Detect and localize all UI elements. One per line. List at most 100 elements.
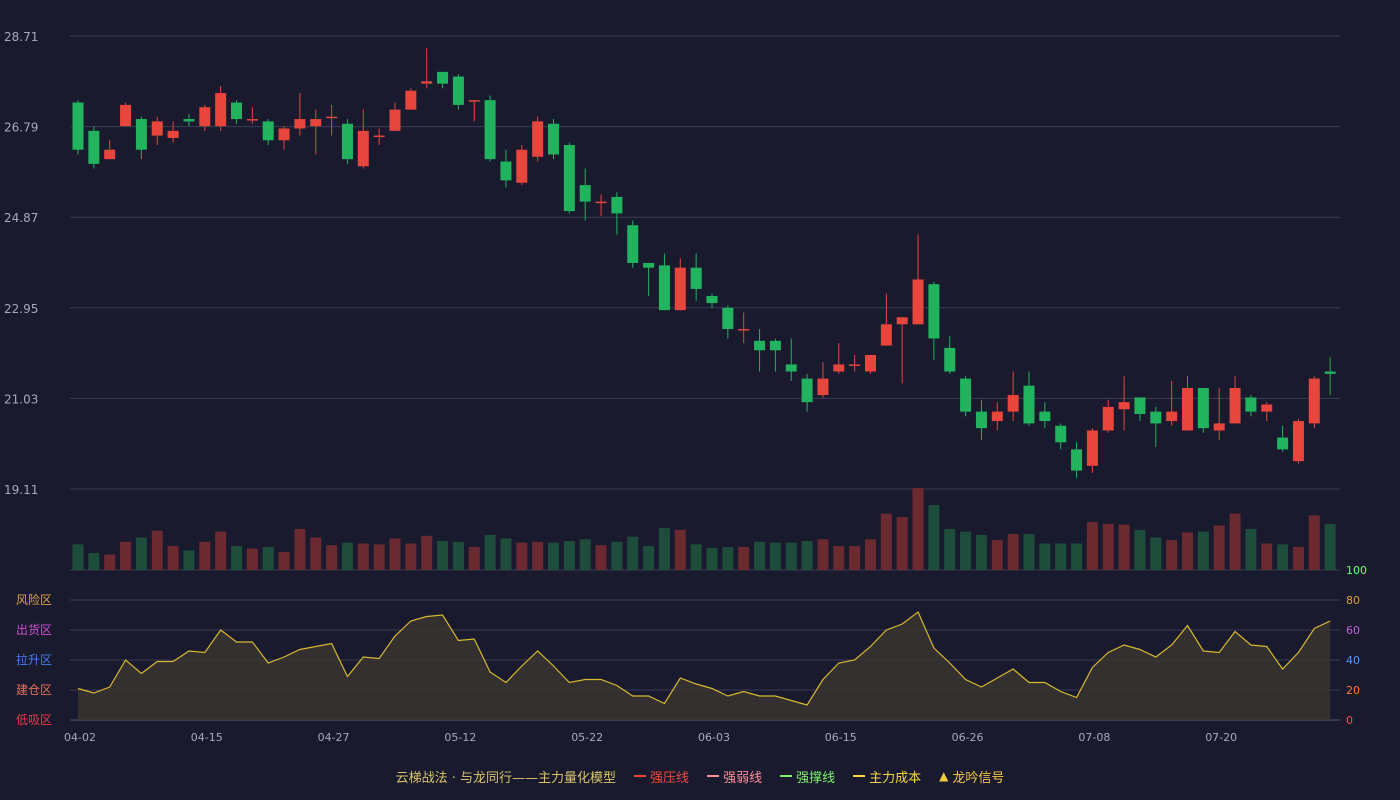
candle-body [231, 102, 242, 120]
candle-body [1229, 388, 1241, 424]
candle-body [1039, 411, 1051, 422]
volume-bar [754, 541, 766, 570]
candle-body [1292, 421, 1304, 462]
candle-body [88, 130, 100, 164]
volume-bar [785, 542, 797, 570]
volume-bar [1213, 525, 1225, 570]
volume-bar [674, 529, 686, 570]
candle-body [738, 329, 750, 331]
zone-label: 低吸区 [16, 713, 52, 727]
volume-bar [1197, 531, 1209, 570]
legend-item-strength-line[interactable]: 强弱线 [707, 767, 762, 786]
price-tick-label: 26.79 [4, 121, 38, 135]
oscillator-tick-label: 100 [1346, 564, 1367, 577]
date-axis: 04-02 04-15 04-27 05-12 05-22 06-03 06-15 06-26… [64, 731, 1237, 744]
candle-body [658, 265, 670, 311]
volume-bar [769, 542, 781, 570]
volume-bar [389, 538, 401, 570]
legend-item-main-cost[interactable]: 主力成本 [853, 767, 921, 786]
legend-item-strong-support[interactable]: 强撑线 [780, 767, 835, 786]
candle-body [421, 81, 433, 84]
oscillator-series [77, 611, 1331, 720]
volume-bar [658, 528, 670, 570]
candle-body [246, 119, 258, 121]
volume-bar [1150, 537, 1162, 570]
candle-body [1055, 425, 1067, 443]
candle-body [1308, 378, 1320, 424]
candle-body [880, 324, 892, 346]
zone-label: 拉升区 [16, 652, 52, 667]
volume-bar [611, 541, 623, 570]
date-tick-label: 06-15 [825, 731, 857, 744]
volume-bar [738, 546, 750, 570]
volume-bar [357, 543, 369, 570]
volume-bar [849, 546, 861, 570]
candle-body [500, 161, 512, 181]
dashed-line-swatch-icon [707, 775, 720, 777]
candle-body [357, 130, 369, 167]
volume-bar [1023, 534, 1035, 570]
chart-stage: 28.71 26.79 24.87 22.95 21.03 19.11 0 20 40 60 80… [0, 0, 1400, 800]
candle-body [468, 100, 480, 102]
chart-legend: 云梯战法 · 与龙同行——主力量化模型 强压线 强弱线 强撑线 主力成本 ▲ 龙… [0, 764, 1400, 788]
candle-body [674, 267, 686, 311]
volume-bar [405, 543, 417, 570]
volume-bar [706, 547, 718, 570]
candle-body [1023, 385, 1035, 424]
volume-bar [468, 546, 480, 570]
candle-series [72, 48, 1336, 478]
volume-bar [532, 541, 544, 570]
volume-bar [817, 539, 829, 570]
date-tick-label: 06-26 [952, 731, 984, 744]
line-swatch-icon [634, 775, 647, 777]
legend-item-strong-pressure[interactable]: 强压线 [634, 767, 689, 786]
volume-bar [484, 534, 496, 570]
oscillator-tick-label: 40 [1346, 654, 1360, 667]
legend-item-dragon-signal[interactable]: ▲ 龙吟信号 [939, 767, 1004, 786]
volume-bar [1134, 529, 1146, 570]
candle-body [294, 119, 306, 129]
volume-bar [912, 488, 924, 570]
legend-title-text: 云梯战法 · 与龙同行——主力量化模型 [395, 770, 617, 786]
zone-label: 出货区 [16, 622, 52, 637]
candle-body [801, 378, 813, 403]
volume-bar [516, 542, 528, 570]
candle-body [833, 364, 845, 372]
candle-body [373, 135, 385, 138]
candle-body [72, 102, 84, 150]
candle-body [1277, 437, 1289, 450]
candle-body [960, 378, 972, 412]
legend-label: 龙吟信号 [952, 770, 1005, 786]
candle-body [1071, 449, 1083, 471]
volume-bar [1245, 529, 1257, 570]
candle-body [1150, 411, 1162, 424]
candle-body [1118, 402, 1130, 410]
volume-bar [960, 531, 972, 570]
volume-bar [563, 540, 575, 570]
candle-body [769, 340, 781, 351]
candle-body [849, 364, 861, 366]
candle-body [785, 364, 797, 372]
price-axis: 28.71 26.79 24.87 22.95 21.03 19.11 [4, 30, 38, 497]
volume-bar [421, 535, 433, 570]
price-tick-label: 22.95 [4, 302, 38, 316]
volume-bar [183, 550, 195, 570]
volume-bar [341, 542, 353, 570]
volume-bar [215, 531, 227, 570]
candle-body [262, 121, 274, 141]
volume-bar [865, 539, 876, 570]
candle-body [1213, 423, 1225, 431]
volume-bar [262, 546, 274, 570]
candle-body [104, 149, 116, 160]
candle-body [991, 411, 1003, 422]
date-tick-label: 06-03 [698, 731, 730, 744]
volume-bar [1102, 523, 1114, 570]
oscillator-tick-label: 60 [1346, 624, 1360, 637]
oscillator-tick-label: 80 [1346, 594, 1360, 607]
candle-body [1261, 404, 1273, 412]
volume-bar [278, 552, 290, 570]
candle-body [1324, 371, 1336, 374]
candle-body [548, 123, 559, 155]
volume-bar [151, 530, 163, 570]
legend-label: 强撑线 [796, 770, 836, 786]
